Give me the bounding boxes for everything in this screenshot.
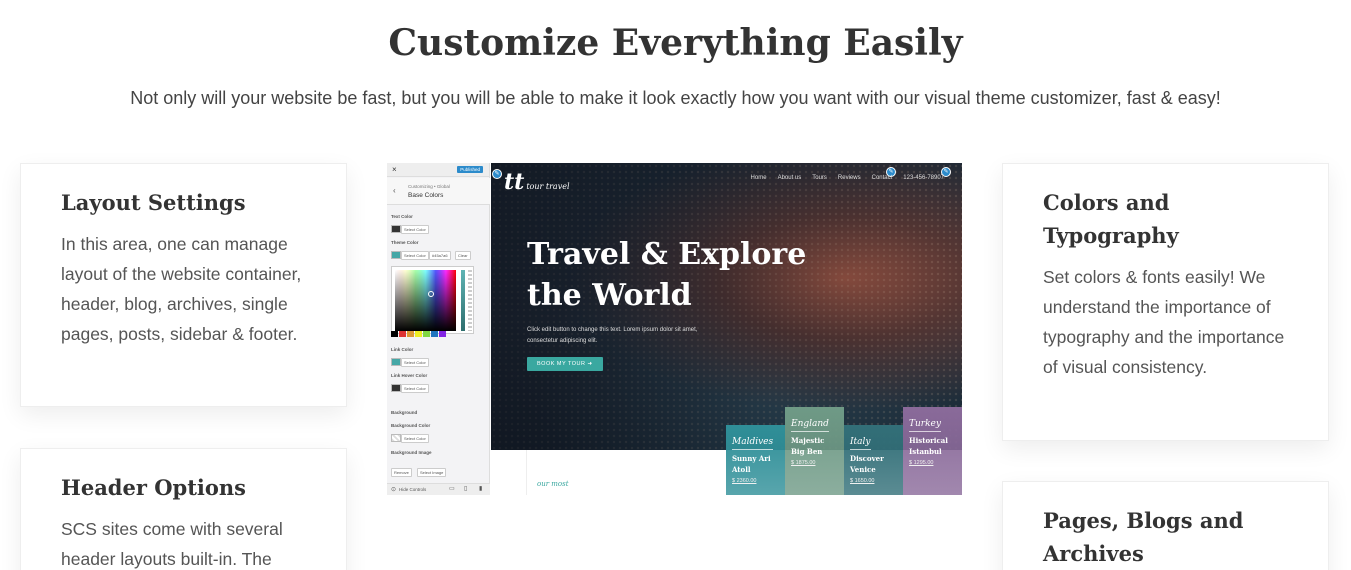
palette-swatch[interactable] [439,331,446,337]
back-icon[interactable]: ‹ [393,186,396,195]
link-hover-swatch[interactable] [391,384,401,392]
palette-swatch[interactable] [399,331,406,337]
palette-swatch[interactable] [423,331,430,337]
palette-swatch[interactable] [415,331,422,337]
nav-item-about[interactable]: About us [778,175,802,181]
feature-card-layout: Layout Settings In this area, one can ma… [20,163,347,407]
site-hero: tt tour travel ✎ ✎ ✎ Home About us Tours … [491,163,962,450]
site-nav: Home About us Tours Reviews Contact 123-… [751,175,944,181]
card-title: Layout Settings [61,190,246,215]
tile-name: Sunny Ari Atoll [732,454,771,474]
card-text: Set colors & fonts easily! We understand… [1043,267,1285,377]
tile-price: $ 1295.00 [909,460,934,466]
nav-item-contact[interactable]: Contact [872,175,893,181]
customizer-screenshot: × Published ‹ Customizing • Global Base … [387,163,962,495]
publish-button[interactable]: Published [457,166,483,173]
palette-swatch[interactable] [431,331,438,337]
card-text: In this area, one can manage layout of t… [61,234,302,344]
link-color-swatch[interactable] [391,358,401,366]
tile-region: Maldives [732,437,774,450]
theme-color-label: Theme Color [391,240,419,245]
text-color-label: Text Color [391,214,413,219]
nav-phone[interactable]: 123-456-78907 [903,175,944,181]
divider [526,450,527,495]
logo-subtitle: tour travel [526,182,570,191]
color-picker[interactable] [391,266,474,334]
color-field[interactable] [395,270,456,331]
select-color-button[interactable]: Select Color [401,358,429,367]
card-title: Header Options [61,475,246,500]
background-image-label: Background Image [391,450,432,455]
select-color-button[interactable]: Select Color [401,434,429,443]
breadcrumb: ‹ Customizing • Global Base Colors [387,178,490,205]
close-icon[interactable]: × [392,165,397,174]
section-subtitle: Not only will your website be fast, but … [130,88,1221,108]
book-tour-label: BOOK MY TOUR [537,361,586,367]
hex-input[interactable]: #45a7a6 [429,251,451,260]
hero-title: Travel & Explore the World [527,237,807,313]
section-title: Customize Everything Easily [388,22,963,64]
palette-swatch[interactable] [407,331,414,337]
text-color-swatch[interactable] [391,225,401,233]
select-color-button[interactable]: Select Color [401,384,429,393]
tile-region: Turkey [909,419,941,432]
feature-card-header: Header Options SCS sites come with sever… [20,448,347,570]
palette-swatch[interactable] [391,331,398,337]
hide-controls-icon[interactable]: ⊙ [391,486,396,493]
book-tour-button[interactable]: BOOK MY TOUR ➜ [527,357,603,371]
tour-tile-italy[interactable]: Italy Discover Venice $ 1650.00 [844,425,903,495]
edit-pencil-icon[interactable]: ✎ [492,169,502,179]
alpha-slider[interactable] [468,270,472,331]
arrow-right-icon: ➜ [587,361,593,367]
remove-button[interactable]: Remove [391,468,412,477]
tile-name: Majestic Big Ben [791,436,825,456]
select-image-button[interactable]: Select Image [417,468,447,477]
select-color-button[interactable]: Select Color [401,251,429,260]
feature-card-colors: Colors and Typography Set colors & fonts… [1002,163,1329,441]
theme-color-swatch[interactable] [391,251,401,259]
color-palette[interactable] [391,331,446,337]
clear-button[interactable]: Clear [455,251,471,260]
tablet-icon[interactable]: ▯ [464,485,467,492]
card-text: SCS sites come with several header layou… [61,519,283,569]
tile-region: Italy [850,437,871,450]
tour-tile-maldives[interactable]: Maldives Sunny Ari Atoll $ 2360.00 [726,425,785,495]
hue-slider[interactable] [461,270,465,331]
card-title: Pages, Blogs and Archives [1043,508,1244,566]
site-logo[interactable]: tt tour travel [504,169,570,195]
hide-controls-link[interactable]: Hide Controls [399,487,426,492]
nav-item-tours[interactable]: Tours [812,175,827,181]
link-color-label: Link Color [391,347,414,352]
mobile-icon[interactable]: ▮ [479,485,482,492]
breadcrumb-title: Base Colors [408,192,444,199]
logo-mark: tt [504,169,525,195]
tour-tile-england[interactable]: England Majestic Big Ben $ 1875.00 [785,407,844,495]
nav-item-home[interactable]: Home [751,175,767,181]
tour-tile-turkey[interactable]: Turkey Historical Istanbul $ 1295.00 [903,407,962,495]
background-color-swatch[interactable] [391,434,401,442]
customizer-footer: ⊙ Hide Controls ▭ ▯ ▮ [387,483,490,495]
tile-name: Discover Venice [850,454,884,474]
background-color-label: Background Color [391,423,431,428]
tile-region: England [791,419,829,432]
hero-text: Click edit button to change this text. L… [527,327,698,344]
our-most-heading: our most [537,480,569,488]
customizer-panel: × Published ‹ Customizing • Global Base … [387,163,490,495]
tile-name: Historical Istanbul [909,436,948,456]
background-heading: Background [391,410,418,415]
tile-price: $ 1875.00 [791,460,816,466]
card-title: Colors and Typography [1043,190,1179,248]
tile-price: $ 2360.00 [732,478,757,484]
picker-handle[interactable] [428,291,434,297]
nav-item-reviews[interactable]: Reviews [838,175,861,181]
select-color-button[interactable]: Select Color [401,225,429,234]
breadcrumb-path: Customizing • Global [408,184,450,189]
tile-price: $ 1650.00 [850,478,875,484]
link-hover-label: Link Hover Color [391,373,428,378]
feature-card-pages: Pages, Blogs and Archives [1002,481,1329,570]
customizer-topbar: × Published [387,163,489,177]
desktop-icon[interactable]: ▭ [449,485,455,492]
